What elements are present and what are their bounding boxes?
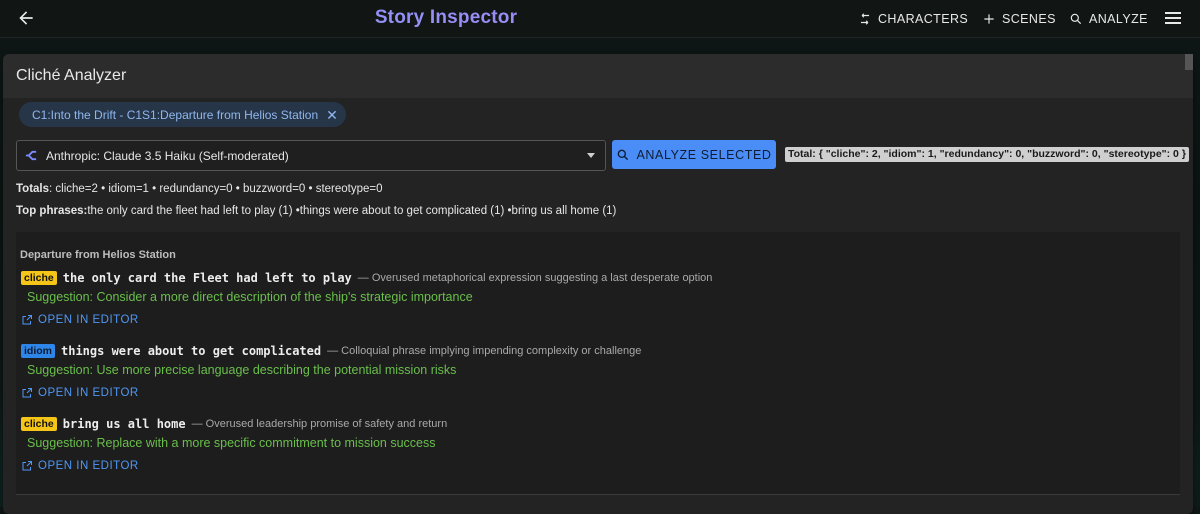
phrase-description: — Overused leadership promise of safety … (191, 418, 448, 430)
menu-icon[interactable] (1165, 11, 1181, 25)
phrase-description: — Colloquial phrase implying impending c… (327, 345, 642, 357)
chevron-down-icon (587, 153, 595, 158)
search-icon (1070, 13, 1082, 24)
list-item: idiom things were about to get complicat… (21, 342, 1171, 399)
open-in-editor-label: OPEN IN EDITOR (38, 387, 139, 399)
scrollbar-thumb[interactable] (1185, 54, 1193, 70)
model-provider-icon (25, 150, 37, 161)
suggestion-text: Suggestion: Replace with a more specific… (27, 436, 436, 450)
app-bar: Story Inspector CHARACTERS SCENES ANALYZ… (0, 0, 1200, 38)
nav-characters[interactable]: CHARACTERS (858, 0, 968, 37)
top-phrases-text: the only card the fleet had left to play… (87, 205, 617, 217)
open-in-editor-label: OPEN IN EDITOR (38, 460, 139, 472)
phrase-text: bring us all home (62, 417, 186, 431)
idiom-tag: idiom (21, 344, 55, 358)
model-select[interactable]: Anthropic: Claude 3.5 Haiku (Self-modera… (16, 140, 606, 171)
totals-line: Totals: cliche=2 • idiom=1 • redundancy=… (16, 183, 383, 195)
totals-json-badge: Total: { "cliche": 2, "idiom": 1, "redun… (785, 147, 1189, 162)
totals-label: Totals (16, 183, 50, 195)
list-item: cliche the only card the Fleet had left … (21, 269, 1171, 326)
top-phrases-line: Top phrases:the only card the fleet had … (16, 205, 616, 217)
open-in-editor-link[interactable]: OPEN IN EDITOR (21, 387, 1171, 399)
suggestion-text: Suggestion: Consider a more direct descr… (27, 290, 473, 304)
open-in-editor-label: OPEN IN EDITOR (38, 314, 139, 326)
suggestion-text: Suggestion: Use more precise language de… (27, 363, 457, 377)
open-in-editor-link[interactable]: OPEN IN EDITOR (21, 460, 1171, 472)
scene-chip-label: C1:Into the Drift - C1S1:Departure from … (32, 107, 319, 122)
top-phrases-label: Top phrases: (16, 205, 88, 217)
cliche-tag: cliche (21, 271, 57, 285)
search-icon (618, 149, 629, 160)
phrase-text: the only card the Fleet had left to play (62, 271, 352, 285)
plus-icon (984, 13, 994, 24)
panel-title: Cliché Analyzer (16, 67, 127, 84)
external-link-icon (22, 388, 32, 398)
external-link-icon (22, 315, 32, 325)
nav-scenes-label: SCENES (1002, 11, 1056, 26)
cliche-tag: cliche (21, 417, 57, 431)
totals-text: : cliche=2 • idiom=1 • redundancy=0 • bu… (49, 183, 383, 195)
model-select-value: Anthropic: Claude 3.5 Haiku (Self-modera… (46, 148, 289, 163)
phrase-text: things were about to get complicated (61, 344, 322, 358)
cliche-analyzer-panel: Cliché Analyzer C1:Into the Drift - C1S1… (3, 54, 1193, 514)
nav-analyze[interactable]: ANALYZE (1069, 0, 1148, 37)
nav-characters-label: CHARACTERS (878, 11, 969, 26)
phrase-description: — Overused metaphorical expression sugge… (357, 272, 713, 284)
scene-chip[interactable]: C1:Into the Drift - C1S1:Departure from … (19, 102, 346, 127)
swap-icon (860, 12, 870, 25)
nav-scenes[interactable]: SCENES (982, 0, 1056, 37)
analyze-selected-label: ANALYZE SELECTED (636, 147, 772, 162)
nav-analyze-label: ANALYZE (1089, 11, 1148, 26)
external-link-icon (22, 461, 32, 471)
close-icon[interactable]: ✕ (326, 108, 338, 122)
panel-header: Cliché Analyzer (3, 54, 1193, 98)
open-in-editor-link[interactable]: OPEN IN EDITOR (21, 314, 1171, 326)
analyze-selected-button[interactable]: ANALYZE SELECTED (612, 140, 776, 169)
app-title: Story Inspector (0, 7, 892, 29)
scene-title: Departure from Helios Station (20, 249, 176, 261)
list-item: cliche bring us all home — Overused lead… (21, 415, 1171, 472)
results-list: Departure from Helios Station cliche the… (16, 232, 1180, 495)
